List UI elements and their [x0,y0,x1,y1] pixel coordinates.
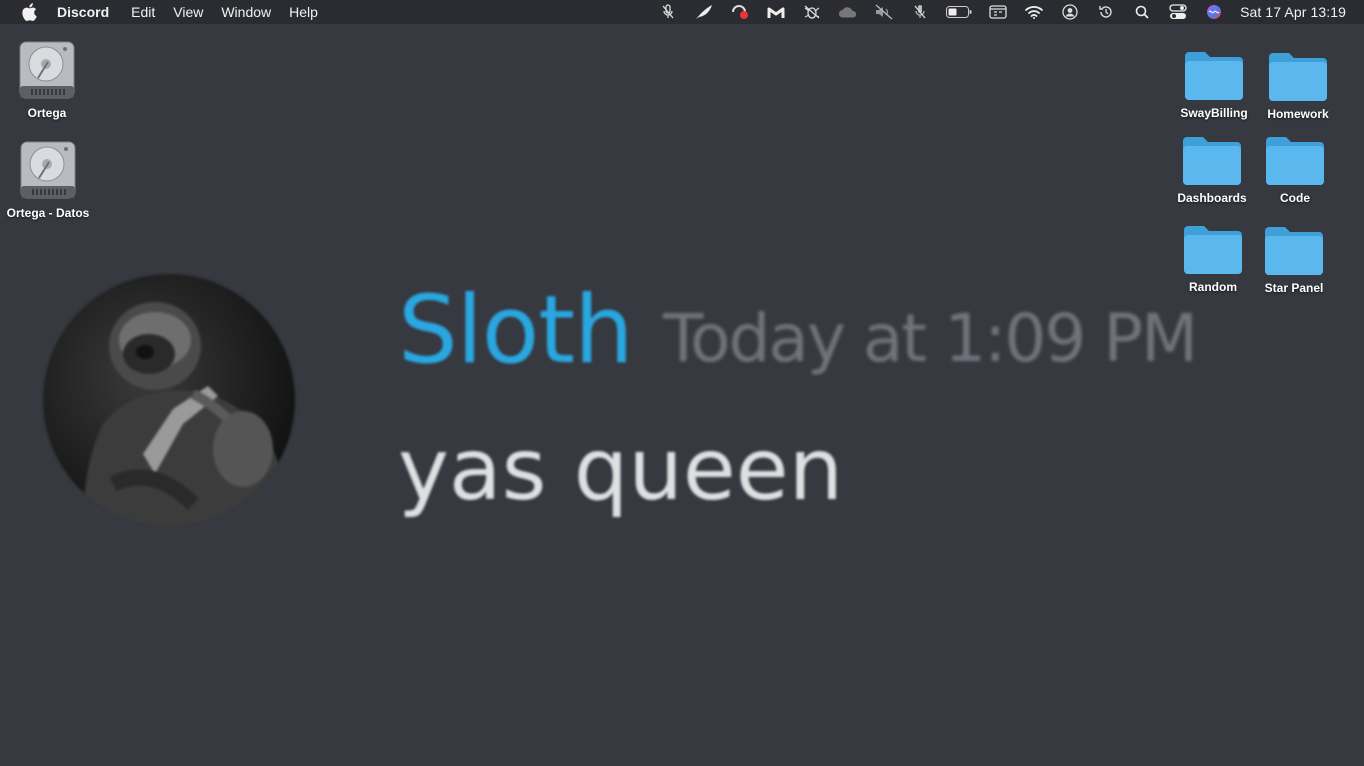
search-icon[interactable] [1132,3,1152,21]
calendar-card-icon[interactable] [988,3,1008,21]
disk-label: Ortega [27,106,67,120]
desktop-folder-star-panel[interactable]: Star Panel [1246,223,1342,295]
folder-icon [1183,137,1241,185]
menu-help[interactable]: Help [280,0,327,24]
menu-view[interactable]: View [164,0,212,24]
cloud-icon[interactable] [838,3,858,21]
menu-app-discord[interactable]: Discord [57,0,118,24]
folder-icon [1184,226,1242,274]
message-username[interactable]: Sloth [398,276,634,385]
time-machine-icon[interactable] [1096,3,1116,21]
mic-muted-icon[interactable] [658,3,678,21]
folder-label: Dashboards [1177,191,1247,205]
mic-off-icon[interactable] [910,3,930,21]
feather-icon[interactable] [694,3,714,21]
desktop-folder-homework[interactable]: Homework [1250,49,1346,121]
folder-label: Star Panel [1264,281,1324,295]
speaker-muted-icon[interactable] [874,3,894,21]
folder-label: Code [1280,191,1310,205]
desktop-disk-ortega[interactable]: Ortega [0,40,102,120]
menu-window[interactable]: Window [212,0,280,24]
siri-icon[interactable] [1204,3,1224,21]
folder-label: Homework [1267,107,1329,121]
folder-icon [1266,137,1324,185]
hard-drive-icon [19,41,75,99]
malwarebytes-icon[interactable] [766,3,786,21]
desktop-folder-code[interactable]: Code [1247,133,1343,205]
battery-icon[interactable] [946,3,972,21]
menu-bar: Discord Edit View Window Help Sat 17 Apr… [0,0,1364,24]
apple-icon[interactable] [21,3,37,21]
message-timestamp: Today at 1:09 PM [663,300,1198,377]
message-text: yas queen [398,420,844,520]
folder-icon [1185,52,1243,100]
wifi-icon[interactable] [1024,3,1044,21]
avatar [43,274,295,526]
bug-icon[interactable] [802,3,822,21]
desktop-disk-ortega-datos[interactable]: Ortega - Datos [0,140,103,220]
disk-label: Ortega - Datos [6,206,90,220]
menu-clock[interactable]: Sat 17 Apr 13:19 [1240,4,1346,20]
folder-icon [1265,227,1323,275]
user-circle-icon[interactable] [1060,3,1080,21]
control-center-icon[interactable] [1168,3,1188,21]
hard-drive-icon [20,141,76,199]
desktop-folder-dashboards[interactable]: Dashboards [1164,133,1260,205]
folder-icon [1269,53,1327,101]
menu-edit[interactable]: Edit [122,0,164,24]
folder-label: Random [1189,280,1237,294]
folder-label: SwayBilling [1180,106,1248,120]
screen-record-icon[interactable] [730,3,750,21]
desktop-folder-swaybilling[interactable]: SwayBilling [1166,48,1262,120]
